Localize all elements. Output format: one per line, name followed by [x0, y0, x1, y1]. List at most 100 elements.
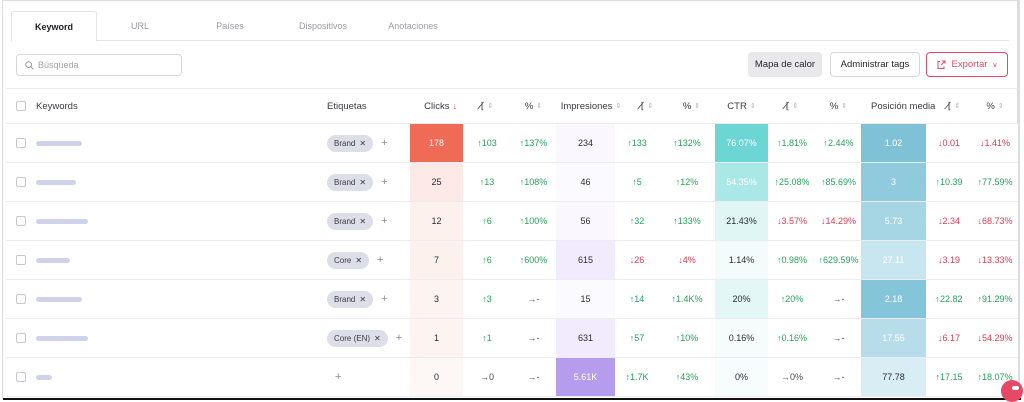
export-button[interactable]: Exportar ∨: [926, 52, 1008, 77]
table-row[interactable]: +0 →0 →- 5.61K ↑1.7K ↑43% 0% →0% →- 77.78 ↑17.15 ↑1…: [6, 358, 1018, 397]
keyword-redacted[interactable]: [36, 296, 82, 302]
table-row[interactable]: Brand ✕ +3 ↑3 →- 15 ↑14 ↑1.4K% 20% ↑20% →- 2.18 ↑22.…: [6, 280, 1018, 319]
add-tag-icon[interactable]: +: [381, 293, 387, 305]
clicks-pct-header[interactable]: % ⇕: [511, 89, 556, 123]
impressions-delta-cell: ↑133: [615, 124, 659, 162]
table-row[interactable]: Brand ✕ +12 ↑6 ↑100% 56 ↑32 ↑133% 21.43% ↓3.57% ↓1…: [6, 202, 1018, 241]
tag-chip[interactable]: Brand ✕: [327, 173, 374, 191]
tag-label: Brand: [334, 294, 356, 304]
sort-desc-icon[interactable]: ↓: [453, 101, 458, 111]
clicks-delta-cell: ↑13: [463, 163, 511, 201]
row-checkbox[interactable]: [16, 216, 26, 226]
add-tag-icon[interactable]: +: [381, 137, 387, 149]
keyword-redacted[interactable]: [36, 218, 88, 224]
row-checkbox[interactable]: [16, 294, 26, 304]
ctr-header[interactable]: CTR ⇕: [715, 89, 768, 123]
clicks-cell: 25: [410, 163, 463, 201]
position-delta-cell: ↑17.15: [926, 358, 972, 396]
sort-icon[interactable]: ⇕: [536, 102, 542, 110]
impressions-cell: 56: [556, 202, 615, 240]
keyword-redacted[interactable]: [36, 374, 52, 380]
table-row[interactable]: Core ✕ +7 ↑6 ↑600% 615 ↓26 ↓4% 1.14% ↑0.98% ↑629.5…: [6, 241, 1018, 280]
add-tag-icon[interactable]: +: [396, 332, 402, 344]
tag-chip[interactable]: Brand ✕: [327, 134, 374, 152]
add-tag-icon[interactable]: +: [381, 215, 387, 227]
position-pct-cell: ↓1.41%: [972, 124, 1018, 162]
tab-anotaciones[interactable]: Anotaciones: [369, 11, 457, 41]
row-checkbox[interactable]: [16, 177, 26, 187]
search-input[interactable]: [38, 60, 178, 70]
add-tag-icon[interactable]: +: [335, 371, 341, 383]
chat-icon: [1012, 386, 1019, 390]
tag-label: Brand: [334, 138, 356, 148]
tag-chip[interactable]: Brand ✕: [327, 290, 374, 308]
ctr-delta-cell: ↑20%: [768, 280, 816, 318]
sort-icon[interactable]: ⇕: [841, 102, 847, 110]
row-checkbox[interactable]: [16, 372, 26, 382]
clicks-pct-cell: ↑108%: [511, 163, 556, 201]
row-checkbox[interactable]: [16, 255, 26, 265]
ctr-delta-cell: ↑0.98%: [768, 241, 816, 279]
impressions-pct-header[interactable]: % ⇕: [668, 89, 715, 123]
ctr-delta-cell: ↓3.57%: [768, 202, 816, 240]
tab-keyword[interactable]: Keyword: [11, 11, 97, 42]
row-checkbox[interactable]: [16, 333, 26, 343]
table-row[interactable]: Brand ✕ +25 ↑13 ↑108% 46 ↑5 ↑12% 54.35% ↑25.08% ↑8…: [6, 163, 1018, 202]
position-cell: 5.73: [861, 202, 926, 240]
sort-icon[interactable]: ⇕: [954, 102, 960, 110]
keyword-redacted[interactable]: [36, 335, 88, 341]
impressions-delta-cell: ↑1.7K: [615, 358, 659, 396]
sort-icon[interactable]: ⇕: [750, 102, 756, 110]
tab-paises[interactable]: Países: [183, 11, 277, 41]
ctr-trend-header[interactable]: ⌊̸ ⇕: [768, 89, 816, 123]
remove-tag-icon[interactable]: ✕: [355, 256, 362, 265]
clicks-header-label: Clicks: [424, 100, 450, 112]
keyword-redacted[interactable]: [36, 179, 76, 185]
remove-tag-icon[interactable]: ✕: [359, 139, 366, 148]
add-tag-icon[interactable]: +: [377, 254, 383, 266]
add-tag-icon[interactable]: +: [381, 176, 387, 188]
select-all-checkbox[interactable]: [16, 101, 26, 111]
sort-icon[interactable]: ⇕: [792, 102, 798, 110]
impressions-trend-header[interactable]: ⌊̸ ⇕: [626, 89, 668, 123]
table-row[interactable]: Core (EN) ✕ +1 ↑1 →- 631 ↑57 ↑10% 0.16% ↑0.16% →- 1…: [6, 319, 1018, 358]
impressions-header[interactable]: Impresiones ⇕: [556, 89, 626, 123]
keywords-header[interactable]: Keywords: [36, 89, 156, 123]
keyword-redacted[interactable]: [36, 257, 70, 263]
remove-tag-icon[interactable]: ✕: [359, 295, 366, 304]
tag-chip[interactable]: Core (EN) ✕: [327, 329, 388, 347]
sort-icon[interactable]: ⇕: [487, 102, 493, 110]
export-icon: [937, 60, 946, 69]
row-checkbox[interactable]: [16, 138, 26, 148]
sort-icon[interactable]: ⇕: [615, 102, 621, 110]
ctr-pct-cell: ↑2.44%: [816, 124, 861, 162]
tag-label: Core: [334, 255, 352, 265]
sort-icon[interactable]: ⇕: [694, 102, 700, 110]
frame-bottom-edge: [3, 398, 1021, 400]
tab-url[interactable]: URL: [97, 11, 183, 41]
remove-tag-icon[interactable]: ✕: [374, 334, 381, 343]
impressions-cell: 234: [556, 124, 615, 162]
clicks-header[interactable]: Clicks ↓: [410, 89, 463, 123]
tab-dispositivos[interactable]: Dispositivos: [277, 11, 369, 41]
position-pct-header[interactable]: % ⇕: [972, 89, 1018, 123]
remove-tag-icon[interactable]: ✕: [359, 217, 366, 226]
keyword-redacted[interactable]: [36, 140, 82, 146]
search-box[interactable]: [16, 54, 182, 76]
sort-icon[interactable]: ⇕: [647, 102, 653, 110]
ctr-pct-header[interactable]: % ⇕: [816, 89, 861, 123]
position-trend-header[interactable]: ⌊̸ ⇕: [936, 89, 972, 123]
position-pct-header-label: %: [986, 100, 995, 112]
position-header[interactable]: Posición media: [861, 89, 939, 123]
search-icon: [25, 60, 34, 70]
table-row[interactable]: Brand ✕ +178 ↑103 ↑137% 234 ↑133 ↑132% 76.07% ↑1.…: [6, 124, 1018, 163]
position-pct-cell: ↑77.59%: [972, 163, 1018, 201]
tag-chip[interactable]: Core ✕: [327, 251, 370, 269]
sort-icon[interactable]: ⇕: [998, 102, 1004, 110]
tag-chip[interactable]: Brand ✕: [327, 212, 374, 230]
clicks-delta-cell: ↑3: [463, 280, 511, 318]
remove-tag-icon[interactable]: ✕: [359, 178, 366, 187]
clicks-trend-header[interactable]: ⌊̸ ⇕: [463, 89, 511, 123]
manage-tags-button[interactable]: Administrar tags: [830, 52, 920, 77]
heatmap-button[interactable]: Mapa de calor: [748, 52, 822, 77]
